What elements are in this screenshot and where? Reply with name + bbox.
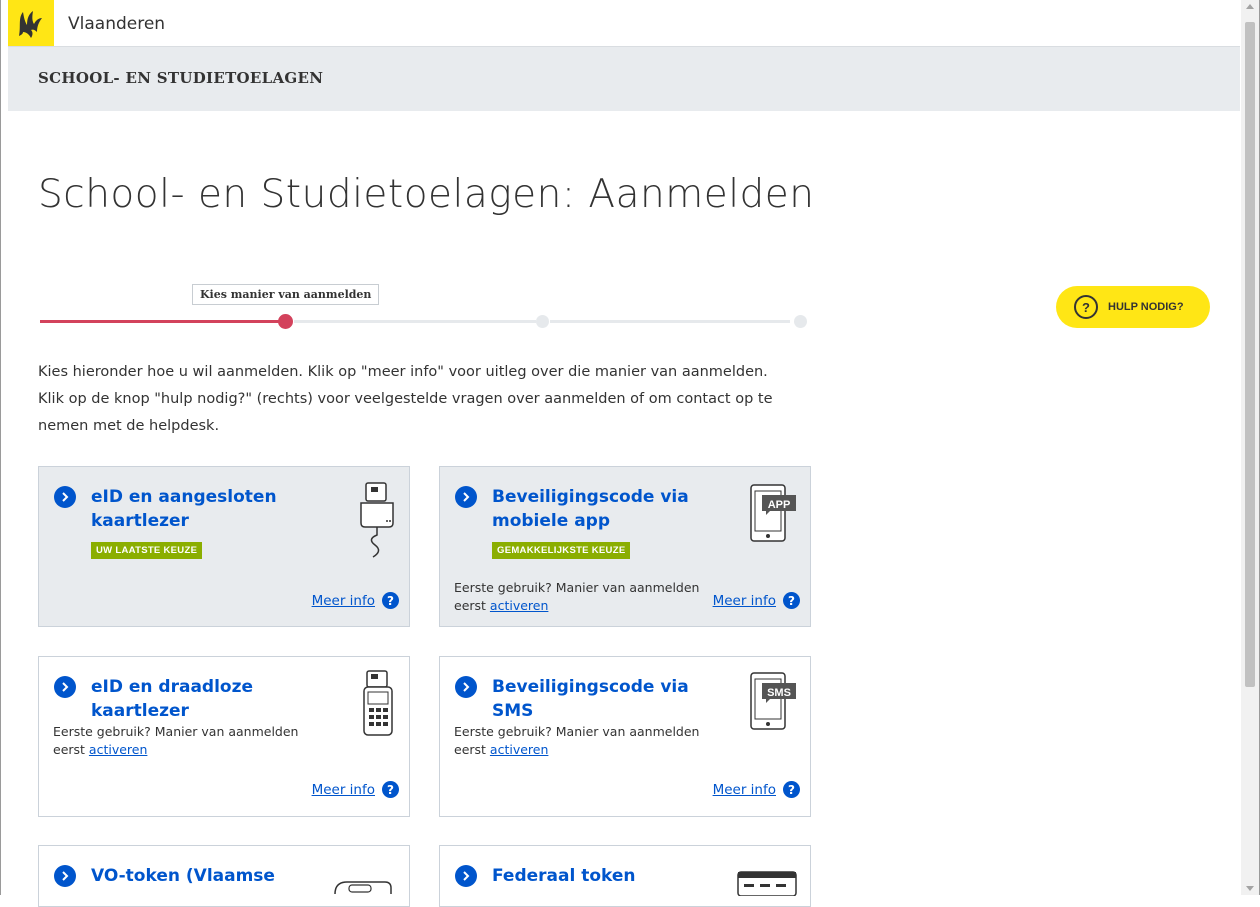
last-choice-badge: UW LAATSTE KEUZE <box>91 542 203 559</box>
question-icon[interactable]: ? <box>783 781 800 798</box>
scrollbar-thumb[interactable] <box>1245 22 1255 687</box>
card-title[interactable]: eID en draadloze kaartlezer <box>91 675 331 723</box>
step-dot-3 <box>794 315 807 328</box>
more-info: Meer info ? <box>713 592 800 609</box>
token-card-icon <box>736 870 798 901</box>
activate-link[interactable]: activeren <box>490 598 548 613</box>
scroll-down-arrow-icon[interactable] <box>1246 886 1254 891</box>
more-info-link[interactable]: Meer info <box>713 782 776 798</box>
card-title[interactable]: Beveiligingscode via SMS <box>492 675 732 723</box>
card-title[interactable]: VO-token (Vlaamse <box>91 864 331 888</box>
chevron-right-icon <box>455 865 477 887</box>
token-icon <box>331 876 395 901</box>
question-icon[interactable]: ? <box>783 592 800 609</box>
chevron-right-icon <box>455 676 477 698</box>
easiest-choice-badge: GEMAKKELIJKSTE KEUZE <box>492 542 631 559</box>
card-reader-icon <box>357 481 397 566</box>
step-dot-current <box>278 314 293 329</box>
question-icon[interactable]: ? <box>382 781 399 798</box>
intro-line: Kies hieronder hoe u wil aanmelden. Klik… <box>38 364 768 380</box>
question-circle-icon: ? <box>1074 295 1098 319</box>
question-icon[interactable]: ? <box>382 592 399 609</box>
login-option-card[interactable]: Beveiligingscode via mobiele app GEMAKKE… <box>439 466 811 627</box>
login-option-card[interactable]: eID en draadloze kaartlezer Eerste gebru… <box>38 656 410 817</box>
progress-steps: Kies manier van aanmelden <box>40 284 810 334</box>
more-info: Meer info ? <box>312 781 399 798</box>
vertical-scrollbar[interactable] <box>1241 0 1259 895</box>
step-tooltip: Kies manier van aanmelden <box>192 284 380 305</box>
chevron-right-icon <box>54 865 76 887</box>
tablet-sms-icon: SMS <box>748 669 800 740</box>
chevron-right-icon <box>54 486 76 508</box>
svg-text:APP: APP <box>768 499 791 511</box>
intro-line: Klik op de knop "hulp nodig?" (rechts) v… <box>38 391 773 407</box>
activate-link[interactable]: activeren <box>89 742 147 757</box>
page-title: School- en Studietoelagen: Aanmelden <box>38 172 815 217</box>
intro-line: nemen met de helpdesk. <box>38 418 220 434</box>
more-info: Meer info ? <box>713 781 800 798</box>
chevron-right-icon <box>54 676 76 698</box>
site-section-title[interactable]: SCHOOL- EN STUDIETOELAGEN <box>38 69 323 87</box>
help-button[interactable]: ? HULP NODIG? <box>1056 286 1210 328</box>
more-info: Meer info ? <box>312 592 399 609</box>
more-info-link[interactable]: Meer info <box>713 593 776 609</box>
tablet-app-icon: APP <box>748 481 800 552</box>
progress-track-done <box>40 320 286 323</box>
card-title[interactable]: eID en aangesloten kaartlezer <box>91 485 331 533</box>
step-dot-2 <box>536 315 549 328</box>
svg-text:SMS: SMS <box>767 687 791 699</box>
login-option-card[interactable]: Beveiligingscode via SMS SMS Eerste gebr… <box>439 656 811 817</box>
help-button-label: HULP NODIG? <box>1108 301 1184 313</box>
card-title[interactable]: Federaal token <box>492 864 732 888</box>
first-use-text: Eerste gebruik? Manier van aanmelden eer… <box>53 723 313 759</box>
more-info-link[interactable]: Meer info <box>312 593 375 609</box>
activate-link[interactable]: activeren <box>490 742 548 757</box>
top-bar: Vlaanderen <box>8 0 1240 47</box>
site-header: SCHOOL- EN STUDIETOELAGEN <box>8 47 1240 111</box>
more-info-link[interactable]: Meer info <box>312 782 375 798</box>
first-use-text: Eerste gebruik? Manier van aanmelden eer… <box>454 723 714 759</box>
scroll-up-arrow-icon[interactable] <box>1246 4 1254 9</box>
lion-icon <box>19 11 42 38</box>
first-use-text: Eerste gebruik? Manier van aanmelden eer… <box>454 579 714 615</box>
brand-name: Vlaanderen <box>68 14 166 34</box>
login-option-card[interactable]: VO-token (Vlaamse <box>38 845 410 907</box>
intro-text: Kies hieronder hoe u wil aanmelden. Klik… <box>38 359 818 440</box>
progress-track-pending <box>550 320 790 323</box>
card-title[interactable]: Beveiligingscode via mobiele app <box>492 485 732 533</box>
chevron-right-icon <box>455 486 477 508</box>
login-option-card[interactable]: eID en aangesloten kaartlezer UW LAATSTE… <box>38 466 410 627</box>
login-option-card[interactable]: Federaal token <box>439 845 811 907</box>
wireless-reader-icon <box>361 669 395 744</box>
vlaanderen-logo[interactable] <box>8 0 54 46</box>
progress-track-pending <box>294 320 536 323</box>
